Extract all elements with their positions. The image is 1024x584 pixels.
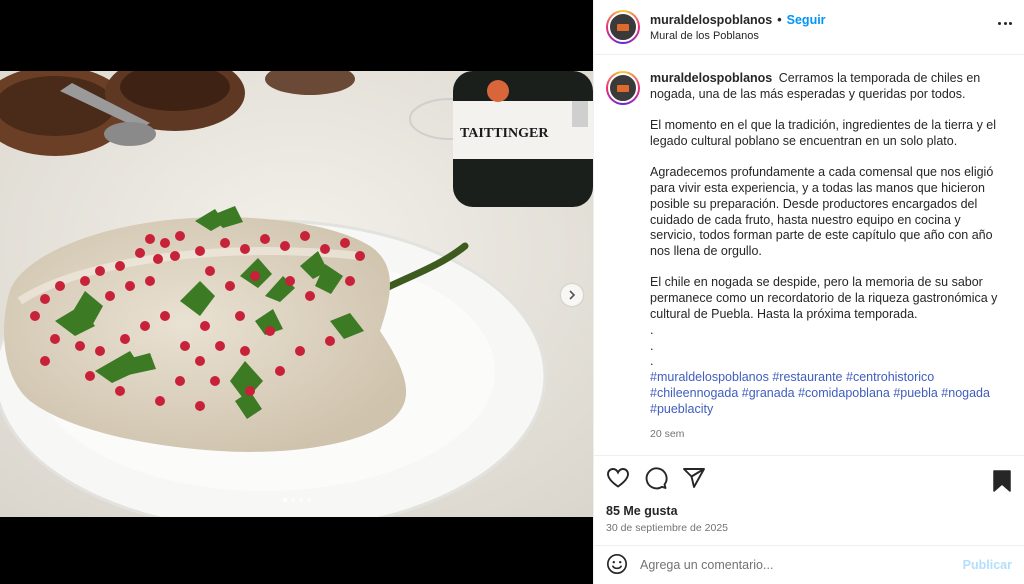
caption-username[interactable]: muraldelospoblanos [650, 71, 772, 85]
caption-paragraph: El chile en nogada se despide, pero la m… [650, 275, 998, 322]
hashtag-link[interactable]: #pueblacity [650, 402, 713, 416]
caption-dot: . [650, 338, 654, 353]
post-panel: muraldelospoblanos • Seguir Mural de los… [593, 0, 1024, 584]
hashtag-link[interactable]: #chileennogada [650, 386, 738, 400]
hashtag-link[interactable]: #comidapoblana [798, 386, 890, 400]
actions-bar: 85 Me gusta 30 de septiembre de 2025 [594, 455, 1024, 545]
hashtag-link[interactable]: #puebla [893, 386, 938, 400]
comment-bar: Publicar [594, 545, 1024, 584]
carousel-dot [282, 498, 287, 502]
likes-count[interactable]: 85 Me gusta [606, 504, 1012, 518]
avatar[interactable] [606, 71, 640, 105]
hashtag-link[interactable]: #granada [742, 386, 795, 400]
caption-dot: . [650, 322, 654, 337]
follow-button[interactable]: Seguir [787, 13, 826, 27]
brand-logo-icon [617, 23, 629, 31]
publish-button[interactable]: Publicar [963, 558, 1012, 572]
caption-paragraph: Agradecemos profundamente a cada comensa… [650, 165, 994, 259]
chevron-right-icon [569, 290, 576, 300]
comment-icon[interactable] [644, 466, 668, 490]
share-icon[interactable] [682, 466, 706, 490]
next-slide-button[interactable] [561, 284, 583, 306]
hashtag-link[interactable]: #restaurante [772, 370, 842, 384]
brand-logo-icon [617, 84, 629, 92]
carousel-dot [306, 498, 311, 502]
caption-area: muraldelospoblanos Cerramos la temporada… [594, 55, 1024, 455]
avatar[interactable] [606, 10, 640, 44]
hashtag-link[interactable]: #nogada [941, 386, 990, 400]
food-photo: TAITTINGER [0, 71, 593, 517]
location-link[interactable]: Mural de los Poblanos [650, 30, 826, 42]
carousel-dot [290, 498, 295, 502]
caption-dot: . [650, 354, 654, 369]
post-time-ago[interactable]: 20 sem [650, 427, 1000, 443]
bottle-label: TAITTINGER [460, 126, 549, 141]
hashtag-link[interactable]: #centrohistorico [846, 370, 934, 384]
heart-icon[interactable] [606, 466, 630, 490]
hashtags: #muraldelospoblanos #restaurante #centro… [650, 370, 1000, 417]
post-photo[interactable]: TAITTINGER [0, 71, 593, 517]
carousel-indicator [0, 498, 593, 502]
hashtag-link[interactable]: #muraldelospoblanos [650, 370, 769, 384]
comment-input[interactable] [640, 558, 963, 572]
post-date: 30 de septiembre de 2025 [606, 522, 729, 534]
post-header: muraldelospoblanos • Seguir Mural de los… [594, 0, 1024, 55]
more-options-icon[interactable] [998, 22, 1012, 25]
bookmark-icon[interactable] [992, 470, 1012, 495]
header-username[interactable]: muraldelospoblanos [650, 13, 772, 27]
post-media: TAITTINGER [0, 0, 593, 584]
carousel-dot [298, 498, 303, 502]
caption: muraldelospoblanos Cerramos la temporada… [650, 71, 1000, 455]
emoji-icon[interactable] [606, 553, 628, 578]
separator: • [777, 12, 782, 27]
caption-paragraph: El momento en el que la tradición, ingre… [650, 118, 997, 148]
